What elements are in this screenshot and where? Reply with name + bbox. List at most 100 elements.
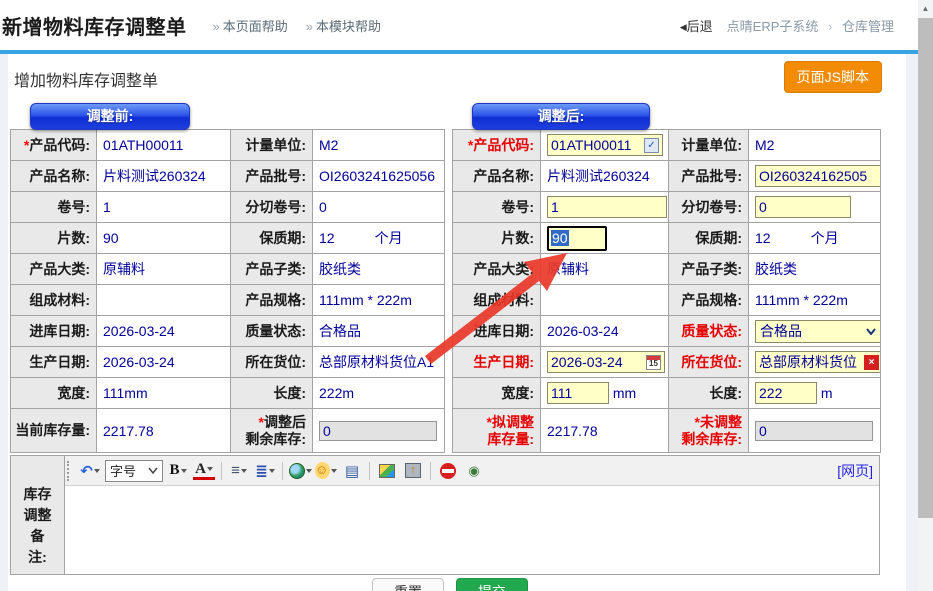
after-adjust-table: *产品代码: 01ATH00011✓ 计量单位: M2 产品名称: 片料测试26…: [452, 129, 881, 453]
insert-link-icon[interactable]: [289, 460, 311, 482]
vertical-scrollbar[interactable]: ▲: [918, 0, 933, 591]
field-label: 生产日期:: [11, 347, 97, 378]
font-size-select[interactable]: 字号: [105, 460, 163, 482]
webpage-mode-link[interactable]: [网页]: [837, 461, 873, 481]
after-category-value: 原辅料: [541, 254, 669, 285]
after-adjust-header-button[interactable]: 调整后:: [472, 103, 650, 130]
field-label: 生产日期:: [453, 347, 541, 378]
before-material-value: [97, 285, 231, 316]
field-label: 组成材料:: [11, 285, 97, 316]
before-inbound-date-value: 2026-03-24: [97, 316, 231, 347]
before-width-value: 111mm: [97, 378, 231, 409]
field-label: 长度:: [669, 378, 749, 409]
clear-icon[interactable]: ×: [864, 355, 879, 370]
field-label: *未调整剩余库存:: [669, 409, 749, 453]
page-js-script-button[interactable]: 页面JS脚本: [784, 61, 882, 93]
before-length-value: 222m: [313, 378, 445, 409]
field-label: 计量单位:: [669, 130, 749, 161]
breadcrumb-module[interactable]: 仓库管理: [842, 19, 894, 34]
before-location-value: 总部原材料货位A1: [313, 347, 445, 378]
product-code-input[interactable]: 01ATH00011✓: [547, 134, 663, 156]
after-unit-value: M2: [749, 130, 881, 161]
before-remaining-stock-input[interactable]: [319, 421, 437, 441]
field-label: 片数:: [453, 223, 541, 254]
help-page-link[interactable]: »本页面帮助: [213, 16, 288, 35]
field-label: 产品规格:: [231, 285, 313, 316]
field-label: 长度:: [231, 378, 313, 409]
field-label: *拟调整库存量:: [453, 409, 541, 453]
picker-icon[interactable]: ✓: [644, 138, 659, 153]
save-html-icon[interactable]: ↑: [402, 460, 424, 482]
stock-adjust-remark-section: 库存调整备注: ↶ 字号 B A ≡ ≣ ☺ ▤ ↑ ◉: [10, 455, 880, 575]
form-subtitle: 增加物料库存调整单: [14, 67, 906, 91]
toolbar-drag-handle[interactable]: [67, 461, 73, 481]
before-product-code-value: 01ATH00011: [97, 130, 231, 161]
before-adjust-header-button[interactable]: 调整前:: [30, 103, 190, 130]
before-shelf-life-value: 12个月: [313, 223, 445, 254]
remove-format-icon[interactable]: [437, 460, 459, 482]
font-color-icon[interactable]: A: [193, 462, 215, 480]
width-unit: mm: [613, 385, 636, 401]
field-label: 当前库存量:: [11, 409, 97, 453]
after-shelf-life-value: 12个月: [749, 223, 881, 254]
quality-select[interactable]: 合格品: [755, 320, 881, 343]
before-quality-value: 合格品: [313, 316, 445, 347]
insert-table-icon[interactable]: ▤: [341, 460, 363, 482]
before-product-name-value: 片料测试260324: [97, 161, 231, 192]
field-label: 质量状态:: [231, 316, 313, 347]
split-roll-input[interactable]: [755, 196, 851, 218]
field-label: 进库日期:: [11, 316, 97, 347]
unadjusted-remaining-stock-input[interactable]: [755, 421, 873, 441]
product-batch-input[interactable]: [755, 165, 881, 187]
preview-eye-icon[interactable]: ◉: [463, 460, 485, 482]
chevron-icon: »: [213, 19, 220, 34]
back-link[interactable]: ◀后退: [680, 16, 713, 35]
field-label: 产品子类:: [231, 254, 313, 285]
field-label: *产品代码:: [11, 130, 97, 161]
before-adjust-table: *产品代码: 01ATH00011 计量单位: M2 产品名称: 片料测试260…: [10, 129, 445, 453]
calendar-icon[interactable]: 15: [646, 355, 661, 370]
location-input[interactable]: 总部原材料货位×: [755, 351, 881, 373]
width-input[interactable]: [547, 382, 609, 404]
ordered-list-icon[interactable]: ≣: [254, 460, 276, 482]
field-label: 保质期:: [669, 223, 749, 254]
field-label: 产品大类:: [453, 254, 541, 285]
field-label: 分切卷号:: [669, 192, 749, 223]
toolbar-separator: [369, 462, 370, 480]
production-date-input[interactable]: 2026-03-2415: [547, 351, 665, 373]
before-unit-value: M2: [313, 130, 445, 161]
scrollbar-thumb[interactable]: [918, 18, 933, 518]
after-product-name-value: 片料测试260324: [541, 161, 669, 192]
chevron-down-icon: [148, 467, 158, 474]
emoticon-icon[interactable]: ☺: [315, 460, 337, 482]
chevron-icon: »: [306, 19, 313, 34]
insert-image-icon[interactable]: [376, 460, 398, 482]
submit-button[interactable]: 提交: [456, 578, 528, 591]
before-pieces-value: 90: [97, 223, 231, 254]
align-icon[interactable]: ≡: [228, 460, 250, 482]
bold-icon[interactable]: B: [167, 460, 189, 482]
after-material-value: [541, 285, 669, 316]
chevron-down-icon: [866, 328, 876, 335]
field-label: 宽度:: [453, 378, 541, 409]
length-input[interactable]: [755, 382, 817, 404]
roll-no-input[interactable]: [547, 196, 667, 218]
breadcrumb-separator-icon: ›: [828, 19, 832, 34]
back-arrow-icon: ◀: [680, 22, 687, 32]
field-label: 所在货位:: [231, 347, 313, 378]
field-label: 产品规格:: [669, 285, 749, 316]
help-module-link[interactable]: »本模块帮助: [306, 16, 381, 35]
before-subcategory-value: 胶纸类: [313, 254, 445, 285]
reset-button[interactable]: 重置: [372, 578, 444, 591]
breadcrumb-system[interactable]: 点晴ERP子系统: [727, 19, 819, 34]
field-label: 产品批号:: [231, 161, 313, 192]
editor-toolbar: ↶ 字号 B A ≡ ≣ ☺ ▤ ↑ ◉ [网页]: [65, 456, 879, 486]
content-panel: 增加物料库存调整单 页面JS脚本 调整前: *产品代码: 01ATH00011 …: [8, 54, 906, 591]
after-subcategory-value: 胶纸类: [749, 254, 881, 285]
undo-icon[interactable]: ↶: [79, 460, 101, 482]
pieces-input[interactable]: 90: [547, 226, 607, 251]
scroll-up-arrow-icon[interactable]: ▲: [918, 0, 933, 17]
after-inbound-date-value: 2026-03-24: [541, 316, 669, 347]
field-label: 产品名称:: [11, 161, 97, 192]
remark-editor-body[interactable]: [65, 486, 879, 574]
